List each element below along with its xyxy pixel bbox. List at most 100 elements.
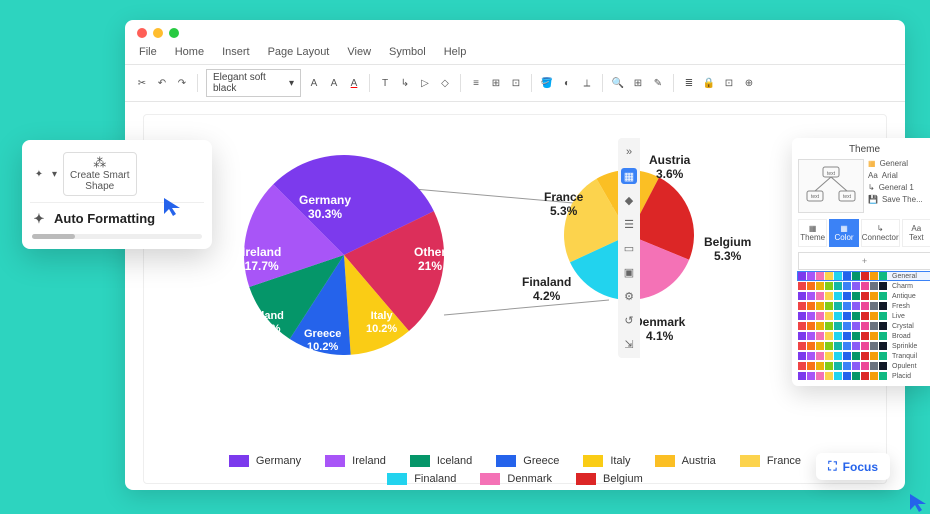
grid-icon[interactable]: ⊡	[722, 76, 736, 90]
lock-icon[interactable]: 🔒	[702, 76, 716, 90]
palette-row[interactable]: Charm	[798, 282, 930, 290]
font-size-increase-icon[interactable]: A	[327, 76, 341, 90]
theme-side-save[interactable]: 💾Save The...	[868, 195, 930, 204]
theme-preview[interactable]: text text text	[798, 159, 864, 213]
slice-label-finaland: Finaland4.2%	[522, 275, 571, 304]
rail-page-icon[interactable]: ▭	[621, 240, 637, 256]
text-tool-icon[interactable]: T	[378, 76, 392, 90]
menu-file[interactable]: File	[139, 46, 157, 58]
rail-collapse-icon[interactable]: »	[621, 144, 637, 160]
tab-theme[interactable]: ▦Theme	[798, 219, 827, 247]
add-palette-button[interactable]: +	[798, 252, 930, 270]
theme-side-general1[interactable]: ↳General 1	[868, 183, 930, 192]
line-color-icon[interactable]: ◐	[560, 76, 574, 90]
palette-row[interactable]: Crystal	[798, 322, 930, 330]
menu-help[interactable]: Help	[444, 46, 467, 58]
rail-image-icon[interactable]: ▣	[621, 264, 637, 280]
palette-list: General Charm Antique Fresh Live Crystal Broad…	[798, 272, 930, 380]
cut-icon[interactable]: ✂	[135, 76, 149, 90]
shapes-icon[interactable]: ◇	[438, 76, 452, 90]
auto-formatting-label: Auto Formatting	[54, 211, 155, 226]
focus-icon: ⛶	[828, 459, 836, 474]
legend-item[interactable]: Greece	[496, 455, 559, 467]
font-select[interactable]: Elegant soft black▾	[206, 69, 301, 97]
undo-icon[interactable]: ↶	[155, 76, 169, 90]
menu-symbol[interactable]: Symbol	[389, 46, 426, 58]
create-smart-shape-button[interactable]: ⁂ Create Smart Shape	[63, 152, 136, 196]
palette-row[interactable]: Sprinkle	[798, 342, 930, 350]
crop-icon[interactable]: ⟂	[580, 76, 594, 90]
table-icon[interactable]: ⊞	[631, 76, 645, 90]
tab-connector[interactable]: ↳Connector	[861, 219, 900, 247]
drawing-canvas[interactable]: Germany30.3% Other21% Italy10.2% Greece1…	[143, 114, 887, 484]
group-icon[interactable]: ⊡	[509, 76, 523, 90]
minimize-window-icon[interactable]	[153, 28, 163, 38]
palette-row[interactable]: Fresh	[798, 302, 930, 310]
menu-insert[interactable]: Insert	[222, 46, 250, 58]
theme-side-general[interactable]: ▦General	[868, 159, 930, 168]
search-icon[interactable]: 🔍	[611, 76, 625, 90]
slice-label-denmark: Denmark4.1%	[634, 315, 685, 344]
font-color-icon[interactable]: A	[347, 76, 361, 90]
cursor-icon	[162, 196, 184, 218]
legend-item[interactable]: Belgium	[576, 473, 643, 485]
close-window-icon[interactable]	[137, 28, 147, 38]
slice-label-greece: Greece10.2%	[304, 328, 341, 354]
svg-text:text: text	[843, 194, 852, 200]
palette-row[interactable]: Tranquil	[798, 352, 930, 360]
toolbar: ✂ ↶ ↷ Elegant soft black▾ A A A T ↳ ▷ ◇ …	[125, 64, 905, 102]
legend-item[interactable]: Italy	[583, 455, 630, 467]
legend-item[interactable]: Germany	[229, 455, 301, 467]
align-icon[interactable]: ≡	[469, 76, 483, 90]
rail-history-icon[interactable]: ↺	[621, 312, 637, 328]
rail-layers-icon[interactable]: ☰	[621, 216, 637, 232]
connector-icon[interactable]: ↳	[398, 76, 412, 90]
auto-format-panel: ✦ ▾ ⁂ Create Smart Shape ✦ Auto Formatti…	[22, 140, 212, 249]
pen-icon[interactable]: ✎	[651, 76, 665, 90]
legend-item[interactable]: Finaland	[387, 473, 456, 485]
tab-color[interactable]: ▦Color	[829, 219, 858, 247]
palette-row[interactable]: General	[798, 272, 930, 280]
legend-item[interactable]: Ireland	[325, 455, 386, 467]
svg-text:text: text	[811, 194, 820, 200]
app-window: File Home Insert Page Layout View Symbol…	[125, 20, 905, 490]
legend-item[interactable]: France	[740, 455, 801, 467]
maximize-window-icon[interactable]	[169, 28, 179, 38]
sparkle-icon[interactable]: ✦	[32, 167, 46, 181]
slice-label-belgium: Belgium5.3%	[704, 235, 751, 264]
theme-side-font[interactable]: AaArial	[868, 171, 930, 180]
legend-item[interactable]: Iceland	[410, 455, 472, 467]
rail-settings-icon[interactable]: ⚙	[621, 288, 637, 304]
fill-icon[interactable]: 🪣	[540, 76, 554, 90]
redo-icon[interactable]: ↷	[175, 76, 189, 90]
rail-export-icon[interactable]: ⇲	[621, 336, 637, 352]
dropdown-icon[interactable]: ▾	[52, 169, 57, 180]
layers-icon[interactable]: ≣	[682, 76, 696, 90]
slice-label-italy: Italy10.2%	[366, 310, 397, 336]
slice-label-austria: Austria3.6%	[649, 153, 690, 182]
menu-home[interactable]: Home	[175, 46, 204, 58]
menu-page-layout[interactable]: Page Layout	[268, 46, 330, 58]
palette-row[interactable]: Opulent	[798, 362, 930, 370]
legend-item[interactable]: Austria	[655, 455, 716, 467]
more-icon[interactable]: ⊕	[742, 76, 756, 90]
focus-button[interactable]: ⛶ Focus	[816, 453, 890, 480]
tab-text[interactable]: AaText	[902, 219, 930, 247]
menu-view[interactable]: View	[347, 46, 371, 58]
palette-row[interactable]: Antique	[798, 292, 930, 300]
distribute-icon[interactable]: ⊞	[489, 76, 503, 90]
font-size-decrease-icon[interactable]: A	[307, 76, 321, 90]
rail-style-icon[interactable]: ◆	[621, 192, 637, 208]
theme-side-list: ▦General AaArial ↳General 1 💾Save The...	[868, 159, 930, 213]
auto-format-slider[interactable]	[32, 234, 202, 239]
palette-row[interactable]: Live	[798, 312, 930, 320]
slice-label-germany: Germany30.3%	[299, 193, 351, 222]
pointer-icon[interactable]: ▷	[418, 76, 432, 90]
menubar: File Home Insert Page Layout View Symbol…	[125, 42, 905, 64]
rail-theme-icon[interactable]: ▦	[621, 168, 637, 184]
palette-row[interactable]: Broad	[798, 332, 930, 340]
palette-row[interactable]: Placid	[798, 372, 930, 380]
sidebar-rail: » ▦ ◆ ☰ ▭ ▣ ⚙ ↺ ⇲	[618, 138, 640, 358]
svg-text:text: text	[827, 171, 836, 177]
legend-item[interactable]: Denmark	[480, 473, 552, 485]
